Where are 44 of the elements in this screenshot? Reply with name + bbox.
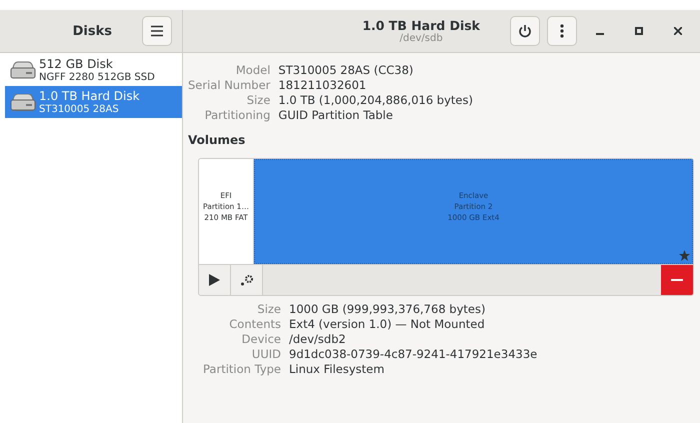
more-icon <box>560 24 564 38</box>
field-label: Size <box>246 93 270 108</box>
disk-model: NGFF 2280 512GB SSD <box>39 72 155 84</box>
drive-icon <box>10 60 36 80</box>
disk-model: ST310005 28AS <box>39 104 120 116</box>
maximize-icon <box>635 27 643 35</box>
disk-name: 512 GB Disk <box>39 56 114 72</box>
field-label: Contents <box>228 317 281 332</box>
gears-icon <box>240 274 254 286</box>
field-label: Size <box>256 302 281 317</box>
disk-item[interactable]: 512 GB Disk NGFF 2280 512GB SSD <box>5 54 182 86</box>
more-button[interactable] <box>547 16 577 46</box>
delete-button[interactable] <box>661 265 693 295</box>
disk-name: 1.0 TB Hard Disk <box>39 88 140 104</box>
field-label: Serial Number <box>188 78 270 93</box>
field-label: Device <box>240 332 281 347</box>
play-icon <box>209 274 220 286</box>
field-value: Ext4 (version 1.0) — Not Mounted <box>289 317 486 332</box>
field-label: UUID <box>250 347 281 362</box>
mount-button[interactable] <box>199 265 231 295</box>
field-value: ST310005 28AS (CC38) <box>278 63 414 78</box>
field-label: Model <box>234 63 270 78</box>
window-subtitle: /dev/sdb <box>400 33 443 44</box>
sidebar-title: Disks <box>72 24 112 38</box>
field-value: 1000 GB (999,993,376,768 bytes) <box>289 302 486 317</box>
section-title: Volumes <box>188 133 246 147</box>
minus-icon <box>671 279 683 281</box>
field-value: GUID Partition Table <box>278 108 394 123</box>
power-icon <box>518 24 532 38</box>
field-value: /dev/sdb2 <box>289 332 347 347</box>
field-value: 1.0 TB (1,000,204,886,016 bytes) <box>278 93 474 108</box>
window-title: 1.0 TB Hard Disk <box>362 18 480 33</box>
settings-button[interactable] <box>231 265 263 295</box>
close-icon <box>674 27 682 35</box>
field-label: Partition Type <box>203 362 281 377</box>
field-label: Partitioning <box>204 108 270 123</box>
menu-button[interactable] <box>142 16 172 46</box>
field-value: Linux Filesystem <box>289 362 386 377</box>
drive-icon <box>10 92 36 112</box>
field-value: 181211032601 <box>278 78 368 93</box>
power-button[interactable] <box>510 16 540 46</box>
menu-icon <box>150 25 164 37</box>
disk-item[interactable]: 1.0 TB Hard Disk ST310005 28AS <box>5 86 182 118</box>
field-value: 9d1dc038-0739-4c87-9241-417921e3433e <box>289 347 538 362</box>
